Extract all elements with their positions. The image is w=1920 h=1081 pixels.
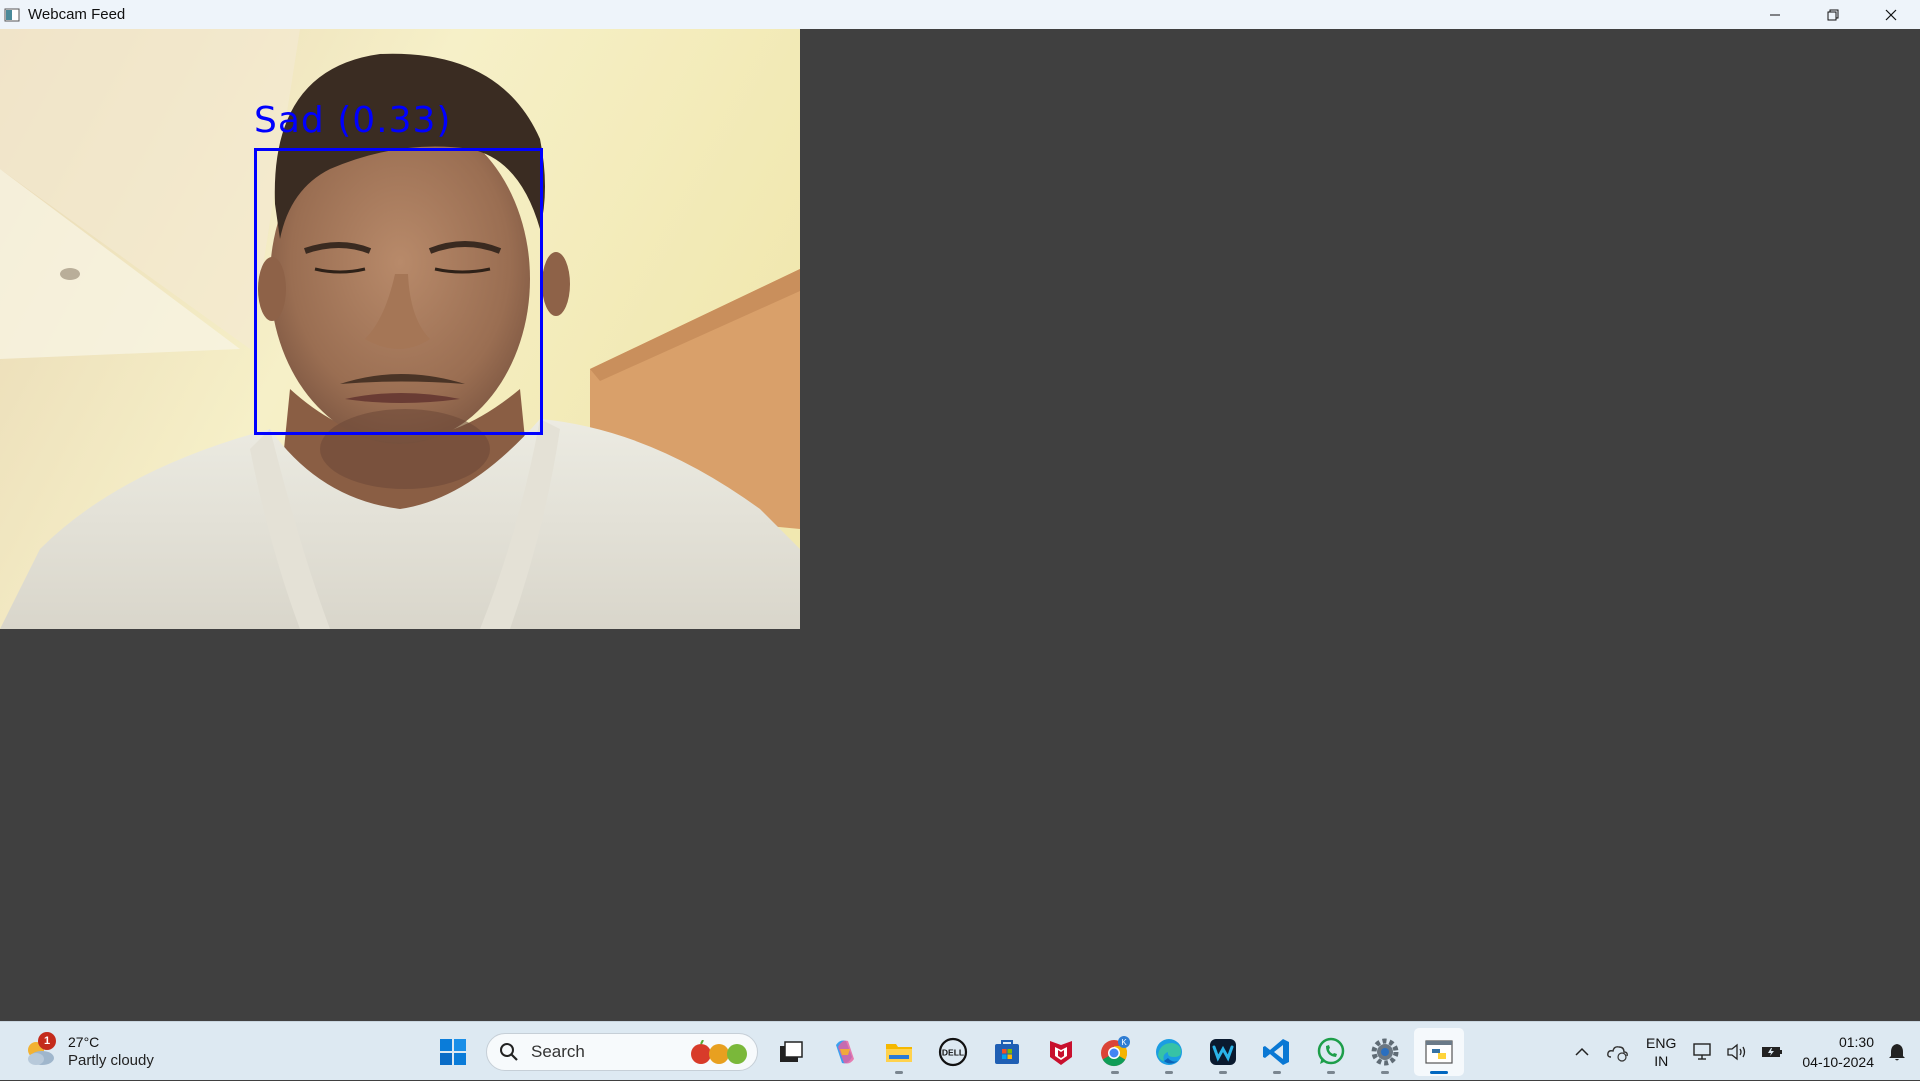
running-indicator — [1381, 1071, 1389, 1074]
whatsapp-button[interactable] — [1306, 1028, 1356, 1076]
cloud-sync-icon — [1607, 1045, 1628, 1062]
running-indicator — [1165, 1071, 1173, 1074]
webex-icon — [1210, 1039, 1236, 1065]
running-indicator — [1219, 1071, 1227, 1074]
running-indicator — [895, 1071, 903, 1074]
file-explorer-button[interactable] — [874, 1028, 924, 1076]
running-indicator — [1327, 1071, 1335, 1074]
chevron-up-icon — [1575, 1047, 1589, 1056]
window-client-area: Sad (0.33) — [0, 29, 1920, 1021]
copilot-button[interactable] — [820, 1028, 870, 1076]
volume-icon — [1727, 1043, 1746, 1060]
taskbar-apps: Search DELL K — [426, 1028, 1466, 1076]
python-app-icon — [1425, 1040, 1453, 1064]
svg-text:DELL: DELL — [942, 1048, 964, 1058]
region-code: IN — [1654, 1052, 1669, 1069]
task-view-icon — [780, 1041, 803, 1062]
mcafee-button[interactable] — [1036, 1028, 1086, 1076]
settings-icon — [1371, 1038, 1399, 1066]
battery-charging-icon — [1762, 1046, 1783, 1057]
taskbar: 1 27°C Partly cloudy Search DELL K ENG I… — [0, 1021, 1920, 1080]
vscode-button[interactable] — [1252, 1028, 1302, 1076]
search-icon — [500, 1043, 518, 1061]
title-bar: Webcam Feed — [0, 0, 1920, 29]
close-button[interactable] — [1862, 0, 1920, 29]
clock[interactable]: 01:30 04-10-2024 — [1792, 1032, 1880, 1072]
webcam-feed: Sad (0.33) — [0, 29, 800, 629]
app-icon — [4, 7, 20, 23]
restore-icon — [1827, 9, 1839, 20]
partly-cloudy-icon: 1 — [22, 1032, 58, 1070]
chrome-button[interactable]: K — [1090, 1028, 1140, 1076]
edge-icon — [1156, 1039, 1182, 1065]
clock-date: 04-10-2024 — [1802, 1053, 1874, 1070]
close-icon — [1885, 9, 1897, 20]
language-code: ENG — [1646, 1034, 1677, 1051]
running-indicator — [1111, 1071, 1119, 1074]
language-indicator[interactable]: ENG IN — [1638, 1022, 1684, 1081]
network-icon — [1693, 1042, 1712, 1060]
window-title: Webcam Feed — [28, 6, 126, 23]
system-tray: ENG IN 01:30 04-10-2024 — [1566, 1022, 1920, 1081]
start-button[interactable] — [428, 1028, 478, 1076]
face-detection-box — [254, 148, 543, 435]
search-highlight-icon — [687, 1040, 751, 1066]
restore-button[interactable] — [1804, 0, 1862, 29]
dell-button[interactable]: DELL — [928, 1028, 978, 1076]
minimize-button[interactable] — [1746, 0, 1804, 29]
mcafee-icon — [1050, 1041, 1072, 1065]
quick-settings-button[interactable] — [1684, 1022, 1792, 1081]
running-indicator — [1430, 1071, 1448, 1074]
windows-start-icon — [440, 1039, 466, 1065]
task-view-button[interactable] — [766, 1028, 816, 1076]
whatsapp-icon — [1317, 1037, 1345, 1065]
chrome-profile-badge: K — [1121, 1038, 1127, 1047]
minimize-icon — [1770, 14, 1780, 15]
running-indicator — [1273, 1071, 1281, 1074]
microsoft-store-icon — [995, 1040, 1019, 1064]
file-explorer-icon — [886, 1044, 912, 1062]
emotion-label: Sad (0.33) — [254, 100, 452, 141]
weather-temperature: 27°C — [68, 1034, 100, 1050]
search-box[interactable]: Search — [486, 1033, 758, 1071]
dell-icon: DELL — [938, 1037, 968, 1067]
notifications-button[interactable] — [1880, 1022, 1920, 1081]
bell-icon — [1889, 1043, 1905, 1060]
show-hidden-icons-button[interactable] — [1566, 1022, 1598, 1081]
python-app-button[interactable] — [1414, 1028, 1464, 1076]
weather-condition: Partly cloudy — [68, 1052, 154, 1069]
weather-widget[interactable]: 1 27°C Partly cloudy — [22, 1030, 154, 1074]
copilot-icon — [836, 1040, 854, 1064]
settings-button[interactable] — [1360, 1028, 1410, 1076]
onedrive-button[interactable] — [1598, 1022, 1638, 1081]
clock-time: 01:30 — [1838, 1033, 1874, 1050]
chrome-icon: K — [1101, 1036, 1130, 1067]
webex-button[interactable] — [1198, 1028, 1248, 1076]
weather-badge: 1 — [38, 1032, 56, 1050]
search-placeholder: Search — [531, 1042, 585, 1061]
microsoft-store-button[interactable] — [982, 1028, 1032, 1076]
vscode-icon — [1263, 1039, 1289, 1065]
edge-button[interactable] — [1144, 1028, 1194, 1076]
